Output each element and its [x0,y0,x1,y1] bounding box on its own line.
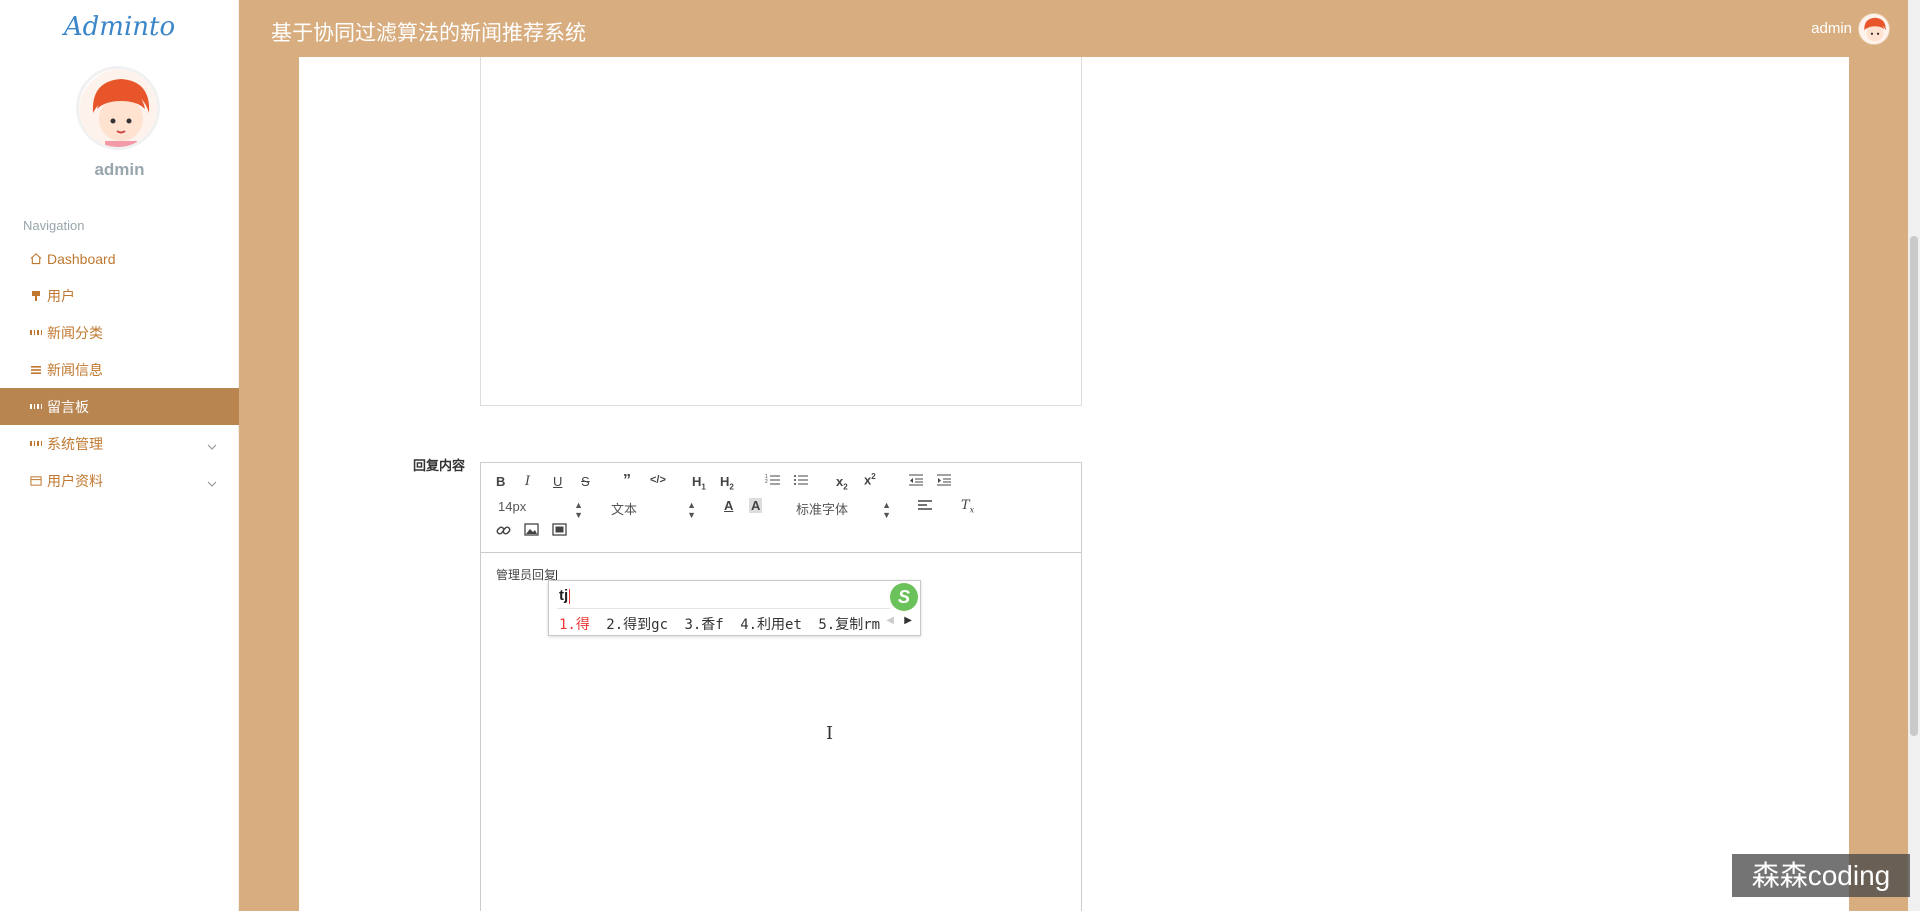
select-arrows-icon: ▲ ▼ [687,500,696,520]
list-icon [30,364,42,376]
ime-candidate[interactable]: 4.利用et [740,617,802,633]
rich-text-editor[interactable]: B I U S ” </> H1 H2 12 x2 x2 14px ▲ ▼ 文本… [480,462,1082,911]
sidebar-item-label: 用户资料 [47,472,103,489]
watermark: 森森coding [1732,854,1910,897]
ime-next-page-icon[interactable]: ▶ [904,615,912,626]
ime-divider [557,608,890,609]
svg-text:2: 2 [765,479,768,485]
sidebar-item-system-management[interactable]: 系统管理 [0,425,239,462]
superscript-button[interactable]: x2 [864,472,876,487]
message-content-box[interactable] [480,57,1082,406]
align-icon[interactable] [917,499,933,516]
avatar[interactable] [1858,13,1890,45]
sidebar: Adminto admin Navigation Dashboard 用户 新闻… [0,0,239,911]
scrollbar-thumb[interactable] [1910,236,1918,736]
ime-prev-page-icon[interactable]: ◀ [886,615,894,626]
bold-button[interactable]: B [496,474,505,489]
select-arrows-icon: ▲ ▼ [882,500,891,520]
link-icon[interactable] [496,523,511,541]
heading2-button[interactable]: H2 [720,474,734,492]
strikethrough-button[interactable]: S [581,474,590,489]
underline-button[interactable]: U [553,474,562,489]
page-scrollbar[interactable] [1908,0,1920,911]
content-card: 回复内容 B I U S ” </> H1 H2 12 x2 x2 14px ▲… [299,57,1849,911]
sidebar-username: admin [94,160,145,179]
sidebar-item-label: 新闻信息 [47,361,103,378]
topbar-username[interactable]: admin [1811,20,1852,37]
card-icon [30,475,42,487]
home-icon [30,253,42,265]
app-logo[interactable]: Adminto [0,12,239,42]
sidebar-item-label: 留言板 [47,398,89,415]
grid-icon [30,327,42,339]
sidebar-item-label: 用户 [47,287,75,304]
pin-icon [30,290,42,302]
ime-candidate[interactable]: 3.香f [684,617,723,633]
sidebar-nav: Dashboard 用户 新闻分类 新闻信息 留言板 系统管理 用户资料 [0,240,239,499]
sidebar-item-label: Dashboard [47,250,116,267]
ordered-list-icon[interactable]: 12 [765,473,781,490]
sidebar-item-news-category[interactable]: 新闻分类 [0,314,239,351]
outdent-icon[interactable] [908,473,924,490]
chevron-down-icon [207,474,217,490]
image-icon[interactable] [524,523,539,539]
sidebar-item-users[interactable]: 用户 [0,277,239,314]
background-color-icon[interactable]: A [749,498,763,513]
ime-candidate-popup[interactable]: tj S 1.得 2.得到gc 3.香f 4.利用et 5.复制rm ◀ ▶ [548,580,921,636]
sidebar-avatar[interactable] [76,66,160,150]
sidebar-item-message-board[interactable]: 留言板 [0,388,239,425]
font-size-select[interactable]: 14px ▲ ▼ [498,499,583,520]
ime-candidates: 1.得 2.得到gc 3.香f 4.利用et 5.复制rm [559,614,888,634]
sidebar-item-dashboard[interactable]: Dashboard [0,240,239,277]
editor-text: 管理员回复 [496,568,557,582]
sidebar-item-label: 新闻分类 [47,324,103,341]
select-arrows-icon: ▲ ▼ [574,500,583,520]
ime-candidate[interactable]: 2.得到gc [606,617,668,633]
reply-content-label: 回复内容 [413,458,466,473]
ime-caret [569,588,571,604]
text-cursor-icon: I [826,723,834,744]
topbar: 基于协同过滤算法的新闻推荐系统 admin [239,0,1920,57]
grid-icon [30,401,42,413]
bullet-list-icon[interactable] [793,473,809,490]
sidebar-item-label: 系统管理 [47,435,103,452]
grid-icon [30,438,42,450]
chevron-down-icon [207,437,217,453]
nav-section-title: Navigation [23,218,85,233]
sidebar-item-news-info[interactable]: 新闻信息 [0,351,239,388]
ime-candidate[interactable]: 1.得 [559,617,590,633]
code-block-button[interactable]: </> [650,474,666,486]
font-family-select[interactable]: 标准字体 ▲ ▼ [796,499,891,520]
sidebar-item-user-profile[interactable]: 用户资料 [0,462,239,499]
sogou-logo-icon: S [890,583,918,611]
clear-format-button[interactable]: Tx [961,498,974,515]
indent-icon[interactable] [936,473,952,490]
font-color-icon[interactable]: A [724,498,733,513]
italic-button[interactable]: I [525,474,530,489]
ime-input-text: tj [559,587,571,604]
subscript-button[interactable]: x2 [836,474,848,492]
ime-candidate[interactable]: 5.复制rm [818,617,880,633]
heading1-button[interactable]: H1 [692,474,706,492]
text-type-select[interactable]: 文本 ▲ ▼ [611,499,696,520]
page-title: 基于协同过滤算法的新闻推荐系统 [271,22,586,45]
blockquote-button[interactable]: ” [623,472,631,490]
editor-toolbar: B I U S ” </> H1 H2 12 x2 x2 14px ▲ ▼ 文本… [481,463,1081,553]
video-icon[interactable] [552,523,567,539]
